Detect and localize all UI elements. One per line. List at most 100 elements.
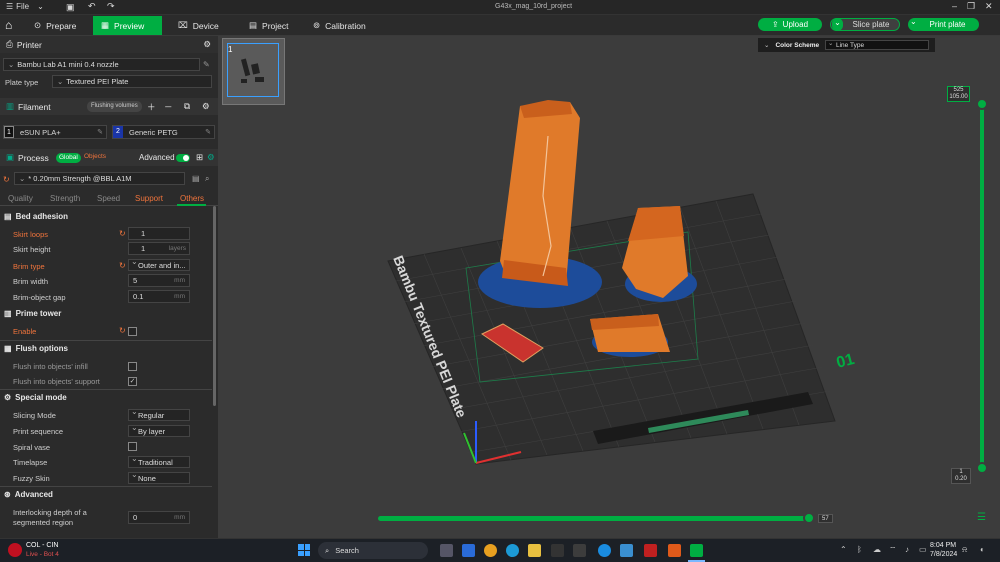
clock-time[interactable]: 8:04 PM [930,542,956,549]
edit-filament-icon[interactable]: ✎ [205,128,211,136]
layer-slider-track[interactable] [980,103,984,467]
app-icon[interactable] [668,544,681,557]
color-picker-icon[interactable]: ◐ [980,545,985,554]
interlock-depth-input[interactable]: 0 mm [128,511,190,524]
restore-icon[interactable]: ❐ [967,1,975,12]
reset-icon[interactable]: ↻ [119,261,126,270]
subtab-others[interactable]: Others [180,194,204,203]
taskbar-search[interactable]: ⌕ Search [318,542,428,559]
flush-infill-checkbox[interactable] [128,362,137,371]
printer-model-value: Bambu Lab A1 mini 0.4 nozzle [17,60,119,69]
undo-icon[interactable]: ↶ [88,1,96,12]
print-sequence-select[interactable]: By layer [128,423,190,437]
weather-title[interactable]: COL - CIN [26,542,58,549]
close-icon[interactable]: ✕ [985,1,993,12]
filament-sync-icon[interactable]: ⧉ [184,101,190,112]
edit-printer-icon[interactable]: ✎ [203,60,210,69]
print-plate-button[interactable]: ⌄ Print plate [908,17,979,31]
bluetooth-icon[interactable]: ᛒ [857,545,862,554]
brim-type-select[interactable]: Outer and in... [128,257,190,271]
timelapse-select[interactable]: Traditional [128,454,190,468]
reset-icon[interactable]: ↻ [119,326,126,335]
remove-filament-icon[interactable]: － [164,101,173,113]
save-preset-icon[interactable]: ▤ [192,174,200,183]
home-icon[interactable]: ⌂ [5,18,12,32]
app-icon[interactable] [598,544,611,557]
battery-icon[interactable]: ▭ [919,545,927,554]
global-toggle[interactable]: Global [56,153,81,163]
skirt-loops-stepper[interactable]: 1 [128,227,190,240]
clock-date[interactable]: 7/8/2024 [930,551,957,558]
filament-slot-1[interactable]: 1 eSUN PLA+ ✎ [3,125,107,139]
chevron-down-icon: ⌄ [37,2,44,11]
onedrive-icon[interactable]: ☁ [873,545,881,554]
tab-prepare[interactable]: ⊙ Prepare [26,16,92,35]
move-slider-handle[interactable] [803,512,815,524]
file-menu-label: File [16,2,30,11]
tab-device[interactable]: ⌧ Device [170,16,232,35]
settings-gear-icon[interactable]: ⚙ [203,39,211,50]
task-view-icon[interactable] [440,544,453,557]
wifi-icon[interactable]: ⌔ [889,545,897,555]
subtab-quality[interactable]: Quality [8,194,33,203]
filament-settings-icon[interactable]: ⚙ [202,101,210,112]
compare-icon[interactable]: ⊞ [196,152,203,163]
edge-icon[interactable] [506,544,519,557]
edit-filament-icon[interactable]: ✎ [97,128,103,136]
app-icon[interactable] [573,544,586,557]
subtab-support[interactable]: Support [135,194,163,203]
move-slider-track[interactable] [378,516,810,521]
add-filament-icon[interactable]: ＋ [147,101,156,113]
bambu-studio-icon[interactable] [690,544,703,557]
notification-bell-icon[interactable]: ⍾ [962,545,967,555]
layers-menu-icon[interactable]: ☰ [977,512,986,523]
start-tile [298,544,304,550]
volume-icon[interactable]: ♪ [905,545,909,554]
flushing-volumes-button[interactable]: Flushing volumes [87,101,142,112]
filament-slot-2[interactable]: 2 Generic PETG ✎ [112,125,215,139]
search-icon[interactable]: ⌕ [205,174,209,184]
advanced-toggle[interactable] [176,154,190,162]
chevron-up-icon[interactable]: ⌃ [840,545,847,554]
objects-toggle[interactable]: Objects [84,153,106,160]
slicing-mode-select[interactable]: Regular [128,407,190,421]
plate-type-select[interactable]: ⌄ Textured PEI Plate [52,75,212,88]
flush-support-checkbox[interactable]: ✓ [128,377,137,386]
file-explorer-icon[interactable] [528,544,541,557]
spiral-vase-checkbox[interactable] [128,442,137,451]
chrome-icon[interactable] [484,544,497,557]
slice-plate-button[interactable]: ⌄ Slice plate [830,18,900,31]
fuzzy-skin-select[interactable]: None [128,470,190,484]
subtab-strength[interactable]: Strength [50,194,80,203]
redo-icon[interactable]: ↷ [107,1,115,12]
skirt-height-stepper[interactable]: 1 layers [128,242,190,255]
chat-app-icon[interactable] [462,544,475,557]
app-icon[interactable] [620,544,633,557]
tab-preview[interactable]: ▦ Preview [93,16,162,35]
weather-widget-icon[interactable] [8,543,22,557]
minimize-icon[interactable]: – [952,1,957,11]
subtab-speed[interactable]: Speed [97,194,120,203]
sidebar-scrollbar[interactable] [213,206,216,406]
tab-project[interactable]: ▤ Project [241,16,301,35]
pdf-reader-icon[interactable] [644,544,657,557]
brim-width-input[interactable]: 5 mm [128,274,190,287]
terminal-icon[interactable] [551,544,564,557]
file-menu[interactable]: ☰ File ⌄ [6,2,44,11]
upload-button[interactable]: ⇪ Upload [758,18,822,31]
divider [0,486,212,487]
printer-model-select[interactable]: ⌄ Bambu Lab A1 mini 0.4 nozzle [3,58,200,71]
reset-icon[interactable]: ↻ [119,229,126,238]
process-preset-select[interactable]: ⌄ * 0.20mm Strength @BBL A1M [14,172,185,185]
layer-slider-bottom-handle[interactable] [976,462,988,474]
prime-tower-enable-checkbox[interactable] [128,327,137,336]
brim-gap-input[interactable]: 0.1 mm [128,290,190,303]
start-button[interactable] [298,544,310,556]
save-icon[interactable]: ▣ [66,2,75,13]
reset-icon[interactable]: ↻ [3,175,10,184]
process-settings-icon[interactable]: ⚙ [207,152,215,163]
3d-viewport[interactable]: 1 ⌄ Color Scheme ⌄ Line Type Bambu Textu… [218,36,1000,538]
tab-calibration[interactable]: ⊚ Calibration [305,16,383,35]
layer-slider-top-handle[interactable] [976,98,988,110]
skirt-loops-label: Skirt loops [13,230,49,239]
